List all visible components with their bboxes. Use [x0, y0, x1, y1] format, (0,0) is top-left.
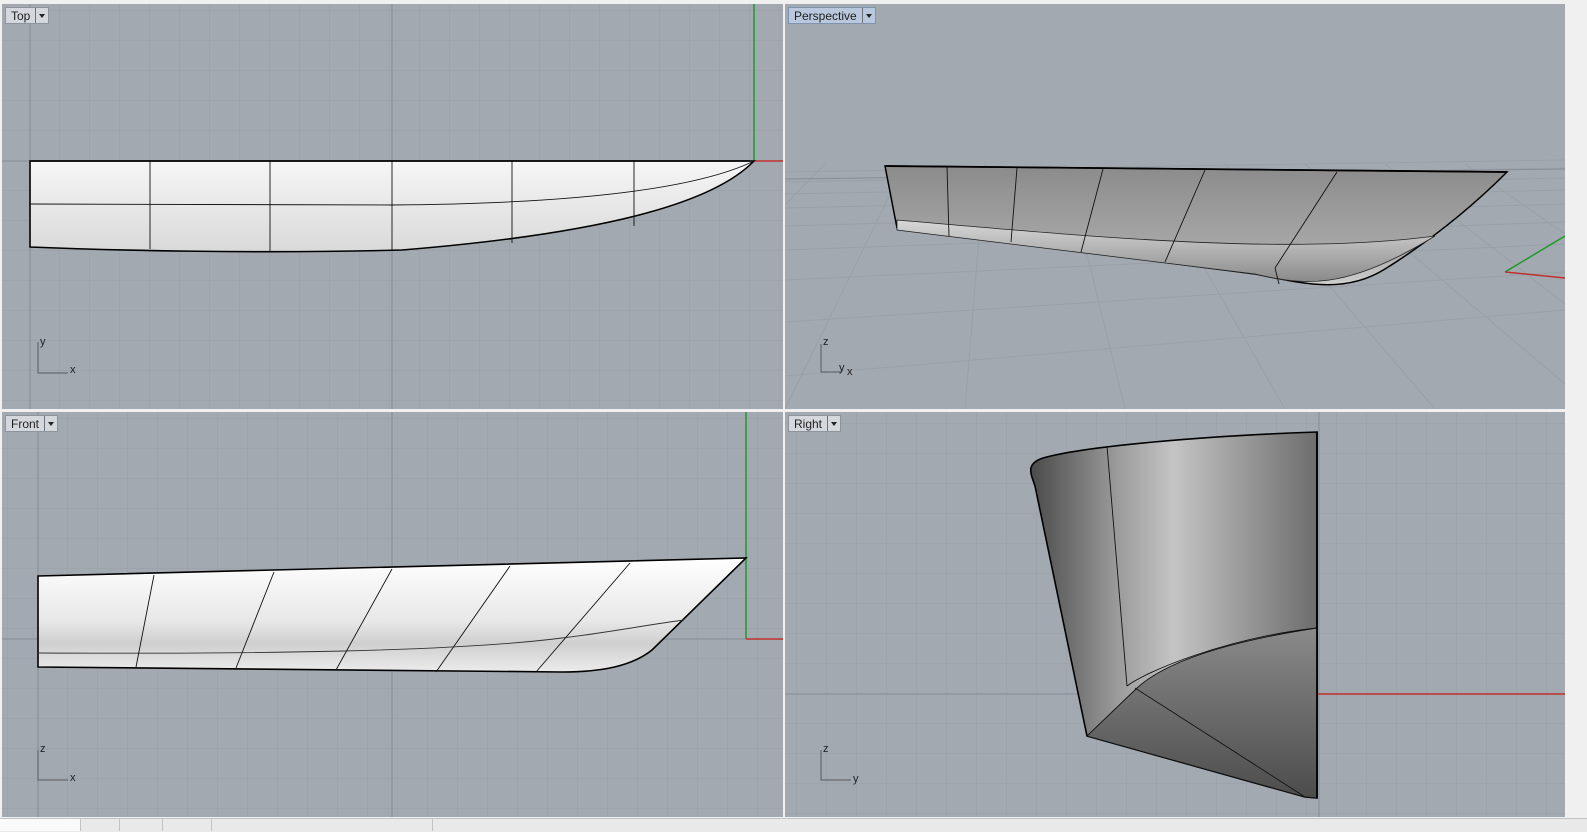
- viewport-perspective[interactable]: Perspective z y x: [785, 4, 1565, 409]
- perspective-view-canvas[interactable]: [785, 4, 1565, 409]
- axis-label-x: x: [70, 364, 76, 376]
- viewport-title: Top: [11, 8, 31, 23]
- viewport-front[interactable]: Front z x: [2, 412, 783, 817]
- axis-label-z: z: [823, 336, 829, 348]
- layout-tab[interactable]: [0, 819, 81, 831]
- chevron-down-icon[interactable]: [35, 8, 48, 23]
- axis-label-z: z: [823, 743, 829, 755]
- hull-perspective-shape[interactable]: [884, 165, 1509, 286]
- viewport-tab-front[interactable]: Front: [5, 415, 59, 432]
- layout-tab[interactable]: [120, 819, 163, 831]
- front-view-canvas[interactable]: [2, 412, 783, 817]
- layout-tab-bar: [0, 818, 1587, 832]
- axis-label-y: y: [853, 773, 859, 785]
- viewport-tab-top[interactable]: Top: [5, 7, 50, 24]
- chevron-down-icon[interactable]: [861, 8, 875, 23]
- viewport-title: Front: [11, 416, 40, 431]
- layout-tab[interactable]: [212, 819, 433, 831]
- axis-label-y: y: [40, 336, 46, 348]
- chevron-down-icon[interactable]: [827, 416, 840, 431]
- chevron-down-icon[interactable]: [44, 416, 57, 431]
- y-axis-line: [1504, 235, 1565, 273]
- axis-label-x: x: [847, 366, 853, 378]
- viewport-tab-perspective[interactable]: Perspective: [788, 7, 876, 24]
- viewport-title: Perspective: [794, 8, 857, 23]
- axis-gizmo: [820, 344, 841, 373]
- axis-label-x: x: [70, 772, 76, 784]
- viewport-right[interactable]: Right z y: [785, 412, 1565, 817]
- right-view-canvas[interactable]: [785, 412, 1565, 817]
- viewport-tab-right[interactable]: Right: [788, 415, 842, 432]
- viewport-top[interactable]: Top y x: [2, 4, 783, 409]
- top-view-canvas[interactable]: [2, 4, 783, 409]
- viewport-title: Right: [794, 416, 823, 431]
- layout-tab[interactable]: [163, 819, 212, 831]
- layout-tab[interactable]: [81, 819, 120, 831]
- hull-front-shape[interactable]: [37, 557, 749, 673]
- axis-label-y: y: [839, 362, 845, 374]
- axis-label-z: z: [40, 743, 46, 755]
